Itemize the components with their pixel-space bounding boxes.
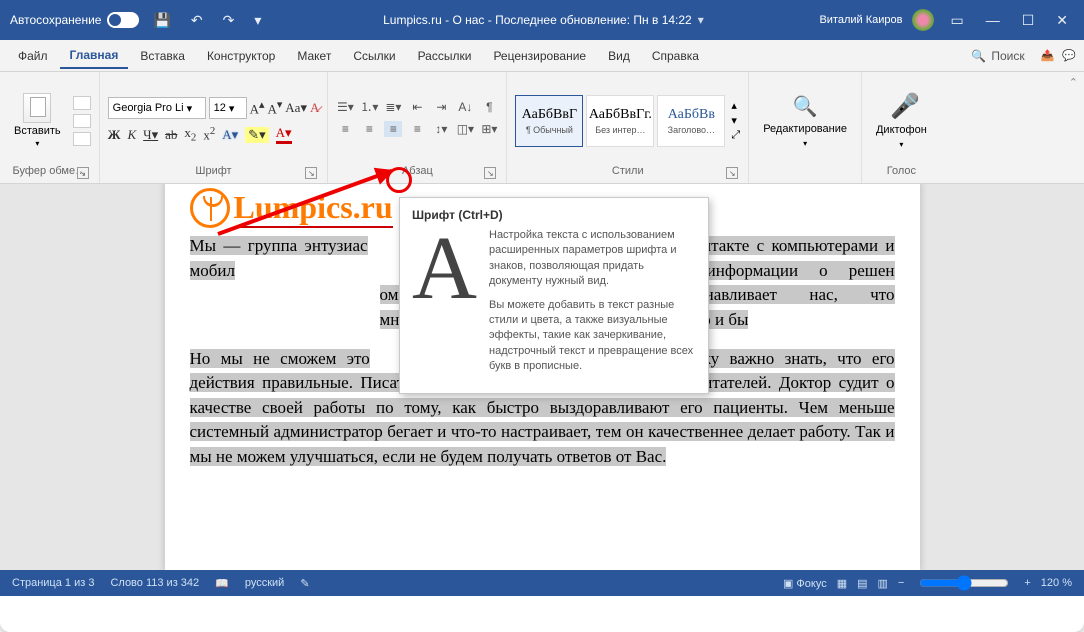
editing-button[interactable]: 🔍Редактирование▾ <box>757 90 853 152</box>
view-web-icon[interactable]: ▥ <box>878 577 888 590</box>
zoom-level[interactable]: 120 % <box>1041 577 1072 589</box>
align-left-icon[interactable]: ≡ <box>336 121 354 137</box>
logo-icon <box>190 188 230 228</box>
copy-icon[interactable] <box>73 114 91 128</box>
cut-icon[interactable] <box>73 96 91 110</box>
minimize-icon[interactable]: — <box>980 10 1006 30</box>
tab-design[interactable]: Конструктор <box>197 44 285 68</box>
group-voice: 🎤Диктофон▾ Голос <box>862 72 941 183</box>
group-styles: АаБбВвГ¶ Обычный АаБбВвГг.Без интер… АаБ… <box>507 72 749 183</box>
redo-icon[interactable]: ↷ <box>217 10 241 31</box>
maximize-icon[interactable]: ☐ <box>1016 10 1041 31</box>
outdent-icon[interactable]: ⇤ <box>408 99 426 115</box>
align-right-icon[interactable]: ≡ <box>384 121 402 137</box>
shading-icon[interactable]: ◫▾ <box>456 121 474 137</box>
status-bar: Страница 1 из 3 Слово 113 из 342 📖 русск… <box>0 570 1084 596</box>
touch-icon[interactable]: ▾ <box>248 10 267 31</box>
ribbon-tabs: Файл Главная Вставка Конструктор Макет С… <box>0 40 1084 72</box>
indent-icon[interactable]: ⇥ <box>432 99 450 115</box>
styles-up-icon[interactable]: ▴ <box>731 99 740 112</box>
autosave[interactable]: Автосохранение <box>10 12 139 28</box>
text-effects-icon[interactable]: A▾ <box>222 127 238 143</box>
group-font: Georgia Pro Li ▾ 12 ▾ A▴ A▾ Aa▾ A̷ Ж К Ч… <box>100 72 329 183</box>
window-title: Lumpics.ru - О нас - Последнее обновлени… <box>275 13 811 27</box>
format-painter-icon[interactable] <box>73 132 91 146</box>
style-normal[interactable]: АаБбВвГ¶ Обычный <box>515 95 583 147</box>
search-input[interactable]: 🔍 Поиск <box>963 46 1032 66</box>
close-icon[interactable]: ✕ <box>1050 10 1074 31</box>
status-language[interactable]: русский <box>245 577 284 589</box>
superscript-button[interactable]: x2 <box>203 125 215 143</box>
tab-home[interactable]: Главная <box>60 43 129 69</box>
tab-mailings[interactable]: Рассылки <box>408 44 482 68</box>
subscript-button[interactable]: x2 <box>184 125 196 144</box>
show-marks-icon[interactable]: ¶ <box>480 99 498 115</box>
focus-mode[interactable]: ▣ Фокус <box>783 577 827 590</box>
line-spacing-icon[interactable]: ↕▾ <box>432 121 450 137</box>
avatar[interactable] <box>912 9 934 31</box>
tab-layout[interactable]: Макет <box>287 44 341 68</box>
tooltip-preview-icon: A <box>412 228 477 383</box>
share-icon[interactable]: 📤 <box>1041 49 1055 62</box>
bullets-icon[interactable]: ☰▾ <box>336 99 354 115</box>
view-read-icon[interactable]: ▦ <box>837 577 847 590</box>
styles-launcher[interactable]: ↘ <box>726 167 738 179</box>
save-icon[interactable]: 💾 <box>147 10 176 31</box>
change-case-icon[interactable]: Aa▾ <box>285 100 307 116</box>
ribbon-mode-icon[interactable]: ▭ <box>944 10 969 31</box>
font-color-icon[interactable]: A▾ <box>276 125 292 144</box>
font-family-select[interactable]: Georgia Pro Li ▾ <box>108 97 206 119</box>
ribbon: Вставить▾ Буфер обме…↘ Georgia Pro Li ▾ … <box>0 72 1084 184</box>
bold-button[interactable]: Ж <box>108 127 121 143</box>
status-spellcheck-icon[interactable]: 📖 <box>215 577 229 590</box>
style-heading[interactable]: АаБбВвЗаголово… <box>657 95 725 147</box>
zoom-slider[interactable] <box>919 575 1009 591</box>
tab-file[interactable]: Файл <box>8 44 58 68</box>
styles-down-icon[interactable]: ▾ <box>731 114 740 127</box>
zoom-out-icon[interactable]: − <box>898 577 904 589</box>
highlight-icon[interactable]: ✎▾ <box>245 127 268 143</box>
view-print-icon[interactable]: ▤ <box>857 577 867 590</box>
group-clipboard: Вставить▾ Буфер обме…↘ <box>0 72 100 183</box>
paragraph-launcher[interactable]: ↘ <box>484 167 496 179</box>
tab-references[interactable]: Ссылки <box>343 44 405 68</box>
font-tooltip: Шрифт (Ctrl+D) A Настройка текста с испо… <box>399 197 709 394</box>
shrink-font-icon[interactable]: A▾ <box>267 98 282 117</box>
underline-button[interactable]: Ч▾ <box>143 127 158 143</box>
tab-insert[interactable]: Вставка <box>130 44 195 68</box>
tab-review[interactable]: Рецензирование <box>483 44 596 68</box>
style-nospacing[interactable]: АаБбВвГг.Без интер… <box>586 95 654 147</box>
undo-icon[interactable]: ↶ <box>185 10 209 31</box>
grow-font-icon[interactable]: A▴ <box>250 98 265 117</box>
group-paragraph: ☰▾ ⒈▾ ≣▾ ⇤ ⇥ A↓ ¶ ≡ ≡ ≡ ≡ ↕▾ ◫▾ ⊞▾ Абзац… <box>328 72 507 183</box>
strike-button[interactable]: ab <box>165 127 177 143</box>
numbering-icon[interactable]: ⒈▾ <box>360 99 378 115</box>
paste-button[interactable]: Вставить▾ <box>8 91 67 150</box>
titlebar: Автосохранение 💾 ↶ ↷ ▾ Lumpics.ru - О на… <box>0 0 1084 40</box>
clipboard-launcher[interactable]: ↘ <box>77 167 89 179</box>
group-editing: 🔍Редактирование▾ <box>749 72 862 183</box>
status-words[interactable]: Слово 113 из 342 <box>110 577 199 589</box>
clear-format-icon[interactable]: A̷ <box>310 100 319 116</box>
annotation-circle <box>386 167 412 193</box>
autosave-toggle[interactable] <box>107 12 139 28</box>
zoom-in-icon[interactable]: + <box>1024 577 1030 589</box>
status-accessibility-icon[interactable]: ✎ <box>300 577 309 590</box>
styles-more-icon[interactable]: ⤢ <box>731 129 740 142</box>
justify-icon[interactable]: ≡ <box>408 121 426 137</box>
italic-button[interactable]: К <box>128 127 137 143</box>
collapse-ribbon-icon[interactable]: ⌃ <box>1069 76 1078 89</box>
dictate-button[interactable]: 🎤Диктофон▾ <box>870 88 933 153</box>
multilevel-icon[interactable]: ≣▾ <box>384 99 402 115</box>
comments-icon[interactable]: 💬 <box>1062 49 1076 62</box>
align-center-icon[interactable]: ≡ <box>360 121 378 137</box>
borders-icon[interactable]: ⊞▾ <box>480 121 498 137</box>
font-dialog-launcher[interactable]: ↘ <box>305 167 317 179</box>
font-size-select[interactable]: 12 ▾ <box>209 97 247 119</box>
user-name[interactable]: Виталий Каиров <box>819 14 902 26</box>
status-page[interactable]: Страница 1 из 3 <box>12 577 94 589</box>
sort-icon[interactable]: A↓ <box>456 99 474 115</box>
tab-help[interactable]: Справка <box>642 44 709 68</box>
tab-view[interactable]: Вид <box>598 44 640 68</box>
